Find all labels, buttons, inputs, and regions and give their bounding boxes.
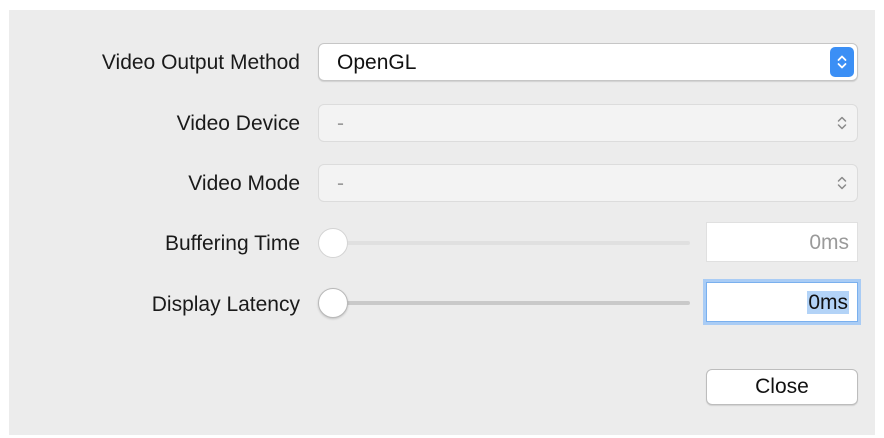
- slider-track: [328, 301, 690, 305]
- display-latency-slider[interactable]: [318, 288, 690, 318]
- video-device-value: -: [337, 112, 344, 135]
- up-down-chevron-icon: [830, 168, 854, 198]
- video-output-method-label: Video Output Method: [101, 51, 300, 74]
- video-device-label: Video Device: [176, 112, 300, 135]
- display-latency-label: Display Latency: [151, 293, 300, 316]
- video-output-method-select[interactable]: OpenGL: [318, 43, 858, 81]
- display-latency-field[interactable]: 0ms: [706, 282, 858, 322]
- buffering-time-field[interactable]: 0ms: [706, 222, 858, 262]
- slider-track: [328, 241, 690, 245]
- video-mode-label: Video Mode: [188, 172, 300, 195]
- video-output-method-value: OpenGL: [337, 51, 417, 74]
- up-down-chevron-icon: [830, 47, 854, 77]
- buffering-time-label: Buffering Time: [164, 232, 300, 255]
- up-down-chevron-icon: [830, 108, 854, 138]
- video-mode-value: -: [337, 172, 344, 195]
- display-latency-value: 0ms: [807, 291, 849, 314]
- video-mode-select[interactable]: -: [318, 164, 858, 202]
- video-device-select[interactable]: -: [318, 104, 858, 142]
- slider-knob[interactable]: [318, 288, 348, 318]
- slider-knob[interactable]: [318, 228, 348, 258]
- close-button[interactable]: Close: [706, 369, 858, 405]
- buffering-time-slider[interactable]: [318, 228, 690, 258]
- buffering-time-value: 0ms: [809, 231, 849, 254]
